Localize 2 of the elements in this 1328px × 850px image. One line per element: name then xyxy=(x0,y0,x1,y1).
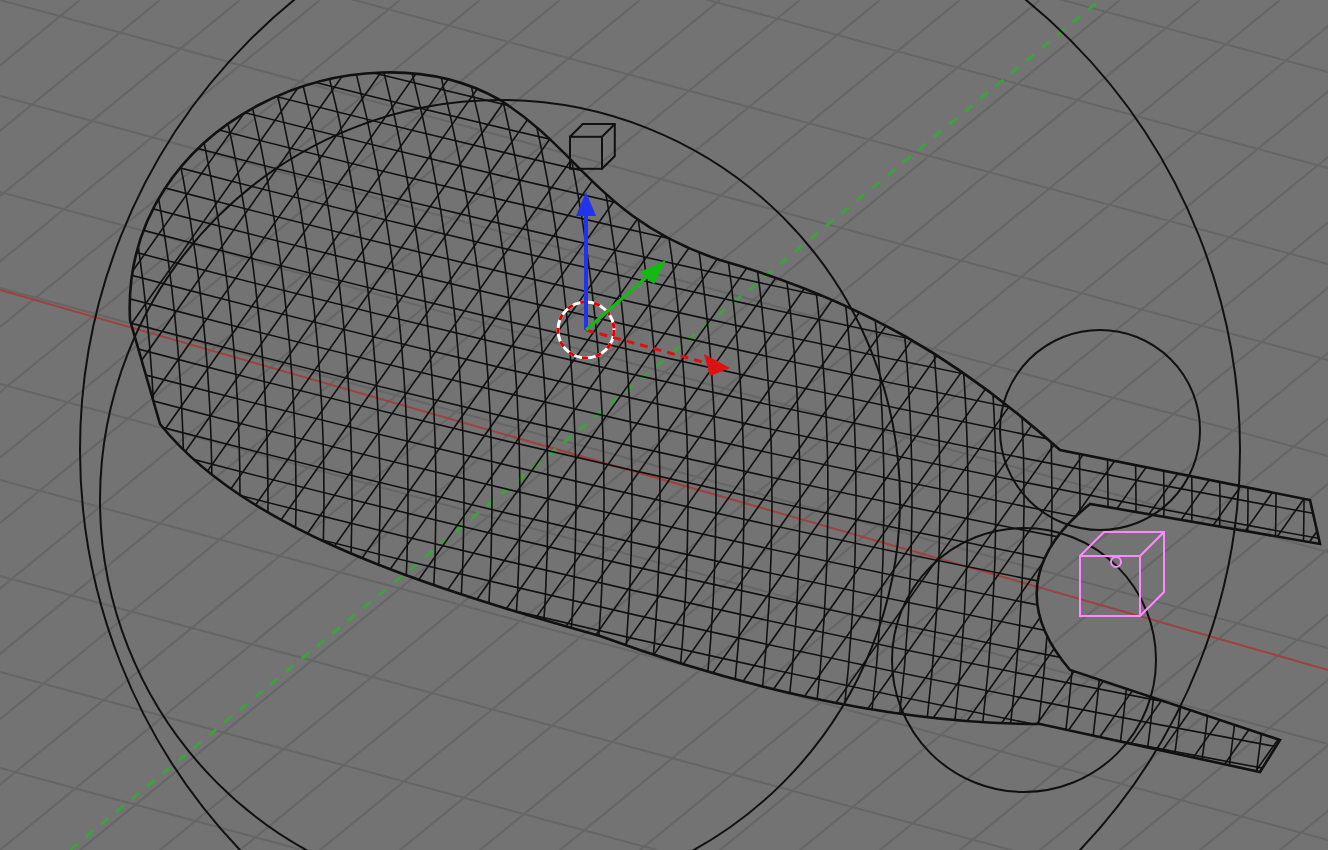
cube-empty-drawing xyxy=(569,123,616,170)
selected-cube-empty-drawing xyxy=(1079,531,1165,617)
